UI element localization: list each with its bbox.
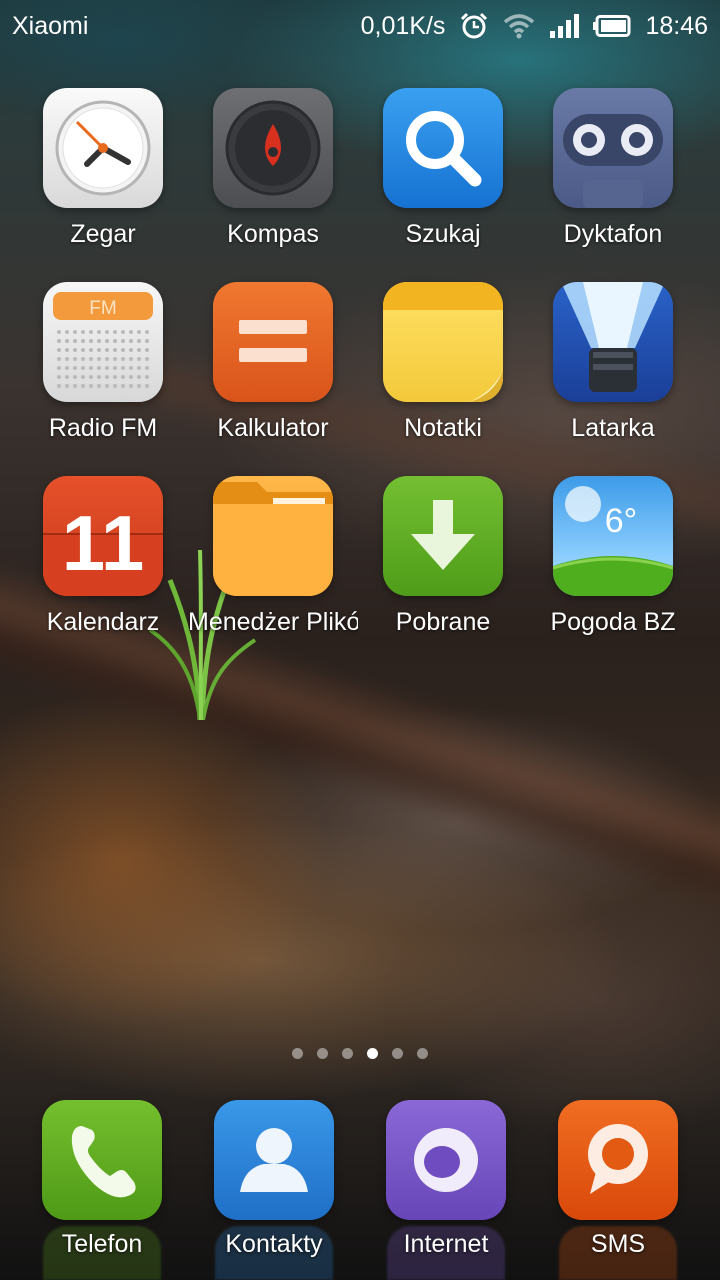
- app-pogoda[interactable]: 6° Pogoda BZ: [528, 476, 698, 638]
- search-icon: [383, 88, 503, 208]
- app-pobrane[interactable]: Pobrane: [358, 476, 528, 638]
- dock-label: Kontakty: [225, 1230, 323, 1258]
- radio-fm-badge: FM: [89, 298, 116, 319]
- page-dot[interactable]: [342, 1048, 353, 1059]
- sms-icon: [558, 1100, 678, 1220]
- weather-temperature: 6°: [605, 502, 638, 540]
- page-dot[interactable]: [292, 1048, 303, 1059]
- weather-icon: 6°: [553, 476, 673, 596]
- app-label: Dyktafon: [563, 220, 663, 248]
- browser-icon: [386, 1100, 506, 1220]
- dock-label: SMS: [590, 1230, 646, 1258]
- notes-icon: [383, 282, 503, 402]
- dock-telefon[interactable]: Telefon: [16, 1100, 188, 1280]
- status-bar: Xiaomi 0,01K/s 18:46: [0, 0, 720, 52]
- page-dot[interactable]: [392, 1048, 403, 1059]
- app-latarka[interactable]: Latarka: [528, 282, 698, 444]
- page-dot[interactable]: [317, 1048, 328, 1059]
- wifi-icon: [504, 14, 535, 39]
- phone-icon: [42, 1100, 162, 1220]
- app-kalkulator[interactable]: Kalkulator: [188, 282, 358, 444]
- app-label: Notatki: [404, 414, 482, 442]
- dock-label: Internet: [403, 1230, 489, 1258]
- app-kalendarz[interactable]: 11 Kalendarz: [18, 476, 188, 638]
- app-label: Latarka: [571, 414, 655, 442]
- download-icon: [383, 476, 503, 596]
- folder-icon: [213, 476, 333, 596]
- app-label: Kompas: [227, 220, 319, 248]
- carrier-label: Xiaomi: [12, 11, 89, 40]
- app-label: Kalendarz: [46, 608, 160, 636]
- calculator-icon: [213, 282, 333, 402]
- recorder-icon: [553, 88, 673, 208]
- app-label: Menedżer Plików: [188, 608, 358, 636]
- calendar-icon: 11: [43, 476, 163, 596]
- page-dot-active[interactable]: [367, 1048, 378, 1059]
- contacts-icon: [214, 1100, 334, 1220]
- signal-icon: [550, 14, 580, 38]
- app-label: Radio FM: [48, 414, 158, 442]
- radio-icon: FM: [43, 282, 163, 402]
- compass-icon: [213, 88, 333, 208]
- dock-kontakty[interactable]: Kontakty: [188, 1100, 360, 1280]
- app-grid: Zegar Kompas Szukaj Dyktafon FM Radio FM…: [18, 88, 702, 638]
- app-dyktafon[interactable]: Dyktafon: [528, 88, 698, 250]
- app-szukaj[interactable]: Szukaj: [358, 88, 528, 250]
- app-label: Szukaj: [405, 220, 481, 248]
- app-notatki[interactable]: Notatki: [358, 282, 528, 444]
- clock-icon: [43, 88, 163, 208]
- flashlight-icon: [553, 282, 673, 402]
- dock: Telefon Kontakty Internet SMS: [16, 1100, 704, 1280]
- page-dot[interactable]: [417, 1048, 428, 1059]
- dock-sms[interactable]: SMS: [532, 1100, 704, 1280]
- app-radio-fm[interactable]: FM Radio FM: [18, 282, 188, 444]
- app-label: Pogoda BZ: [550, 608, 676, 636]
- net-speed: 0,01K/s: [360, 11, 446, 40]
- app-zegar[interactable]: Zegar: [18, 88, 188, 250]
- calendar-day: 11: [62, 499, 144, 587]
- dock-internet[interactable]: Internet: [360, 1100, 532, 1280]
- app-menedzer-plikow[interactable]: Menedżer Plików: [188, 476, 358, 638]
- clock-time: 18:46: [645, 11, 708, 40]
- battery-icon: [593, 15, 631, 37]
- app-kompas[interactable]: Kompas: [188, 88, 358, 250]
- app-label: Pobrane: [395, 608, 491, 636]
- alarm-icon: [461, 12, 488, 39]
- app-label: Kalkulator: [217, 414, 329, 442]
- app-label: Zegar: [70, 220, 136, 248]
- page-indicator[interactable]: [0, 1048, 720, 1059]
- dock-label: Telefon: [61, 1230, 143, 1258]
